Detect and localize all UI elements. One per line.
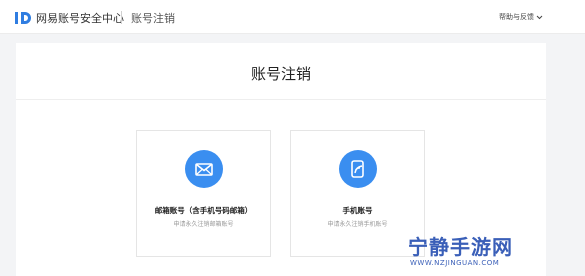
- email-account-desc: 申请永久注销邮箱账号: [173, 221, 234, 228]
- logo-text: 网易账号安全中心: [36, 12, 124, 25]
- mail-icon: [185, 150, 223, 188]
- watermark-text: 宁静手游网: [408, 235, 513, 259]
- phone-account-desc: 申请永久注销手机账号: [327, 221, 388, 228]
- help-feedback-label: 帮助与反馈: [499, 13, 534, 21]
- header-subtitle: 账号注销: [131, 12, 175, 25]
- netease-logo[interactable]: 网易账号安全中心: [14, 9, 124, 27]
- top-header: 网易账号安全中心 账号注销 帮助与反馈: [0, 0, 585, 34]
- chevron-down-icon: [536, 15, 543, 19]
- site-watermark: 宁静手游网 WWW.NZJINGUAN.COM: [404, 231, 585, 276]
- watermark-url: WWW.NZJINGUAN.COM: [410, 259, 500, 267]
- help-feedback-menu[interactable]: 帮助与反馈: [499, 12, 543, 22]
- page-title: 账号注销: [250, 65, 311, 83]
- email-account-label: 邮箱账号（含手机号码邮箱）: [154, 206, 253, 215]
- email-account-option[interactable]: 邮箱账号（含手机号码邮箱） 申请永久注销邮箱账号: [136, 130, 271, 257]
- logo-icon: [15, 12, 31, 24]
- phone-account-icon: [339, 150, 377, 188]
- header-divider: [121, 11, 122, 24]
- card-title-bar: 账号注销: [16, 43, 546, 100]
- phone-account-label: 手机账号: [342, 206, 373, 215]
